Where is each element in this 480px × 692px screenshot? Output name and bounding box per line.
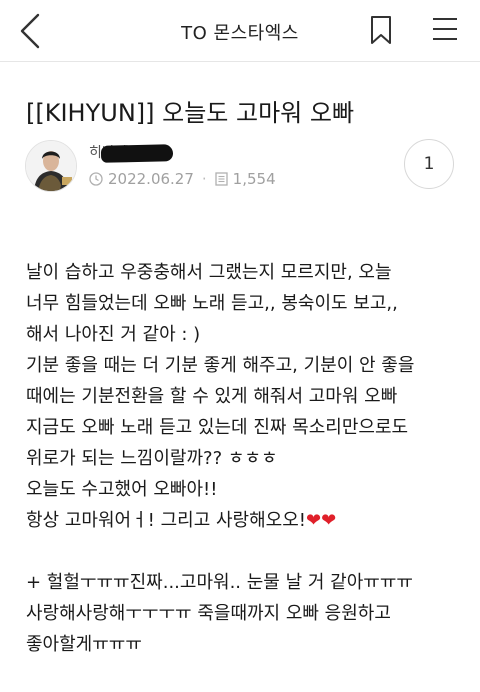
post-meta: 2022.06.27 · 1,554 <box>89 170 276 188</box>
meta-separator: · <box>201 170 207 188</box>
body-line: + 헐헐ㅜㅠㅠ진짜...고마워.. 눈물 날 거 같아ㅠㅠㅠ <box>26 572 413 593</box>
view-count: 1,554 <box>232 170 276 188</box>
body-blank-line <box>26 536 474 567</box>
menu-button[interactable] <box>432 16 458 42</box>
bookmark-icon <box>371 16 391 44</box>
post-date: 2022.06.27 <box>108 170 194 188</box>
bookmark-button[interactable] <box>369 15 393 45</box>
redaction-mark <box>100 144 174 163</box>
body-line: 기분 좋을 때는 더 기분 좋게 해주고, 기분이 안 좋을 <box>26 355 415 376</box>
clock-icon <box>89 172 103 186</box>
author-avatar[interactable] <box>25 140 77 192</box>
body-line: 지금도 오빠 노래 듣고 있는데 진짜 목소리만으로도 <box>26 417 409 438</box>
comment-count-button[interactable]: 1 <box>404 139 454 189</box>
post-body: 날이 습하고 우중충해서 그랬는지 모르지만, 오늘 너무 힘들었는데 오빠 노… <box>26 257 474 660</box>
body-line: 위로가 되는 느낌이랄까?? ㅎㅎㅎ <box>26 448 278 469</box>
board-title: TO 몬스타엑스 <box>181 23 299 44</box>
avatar-photo <box>26 141 76 191</box>
comment-count: 1 <box>423 154 435 174</box>
top-bar: TO 몬스타엑스 <box>0 0 480 62</box>
menu-icon <box>433 18 457 40</box>
body-line-with-hearts: 항상 고마워어ㅓ! 그리고 사랑해오오!❤❤ <box>26 505 474 536</box>
body-line: 오늘도 수고했어 오빠아!! <box>26 479 218 500</box>
body-line: 사랑해사랑해ㅜㅜㅜㅠ 죽을때까지 오빠 응원하고 <box>26 603 391 624</box>
heart-emoji: ❤❤ <box>306 510 337 531</box>
body-line-text: 항상 고마워어ㅓ! 그리고 사랑해오오! <box>26 510 306 531</box>
body-line: 때에는 기분전환을 할 수 있게 해줘서 고마워 오빠 <box>26 386 398 407</box>
document-icon <box>215 172 228 186</box>
body-line: 해서 나아진 거 같아 : ) <box>26 324 201 345</box>
post-title: [[KIHYUN]] 오늘도 고마워 오빠 <box>26 99 355 127</box>
body-line: 너무 힘들었는데 오빠 노래 듣고,, 봉숙이도 보고,, <box>26 293 398 314</box>
body-line: 좋아할게ㅠㅠㅠ <box>26 634 142 655</box>
body-line: 날이 습하고 우중충해서 그랬는지 모르지만, 오늘 <box>26 262 392 283</box>
